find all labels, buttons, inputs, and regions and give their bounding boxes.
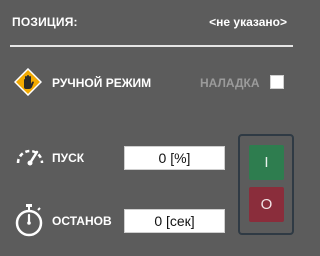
- gauge-icon: [14, 143, 46, 167]
- hand-warning-icon: [13, 67, 43, 97]
- divider: [10, 45, 293, 47]
- manual-mode-label: РУЧНОЙ РЕЖИМ: [52, 76, 152, 90]
- stop-off-button[interactable]: O: [249, 187, 284, 222]
- position-label: ПОЗИЦИЯ:: [12, 15, 78, 29]
- start-value-field[interactable]: 0 [%]: [124, 146, 225, 170]
- setup-label: НАЛАДКА: [200, 76, 260, 90]
- stop-value-field[interactable]: 0 [сек]: [124, 209, 225, 233]
- start-on-button[interactable]: I: [249, 145, 284, 180]
- stop-label: ОСТАНОВ: [52, 214, 112, 228]
- setup-checkbox[interactable]: [270, 75, 284, 89]
- start-label: ПУСК: [52, 151, 85, 165]
- position-value: <не указано>: [209, 15, 287, 29]
- stopwatch-icon: [14, 203, 44, 237]
